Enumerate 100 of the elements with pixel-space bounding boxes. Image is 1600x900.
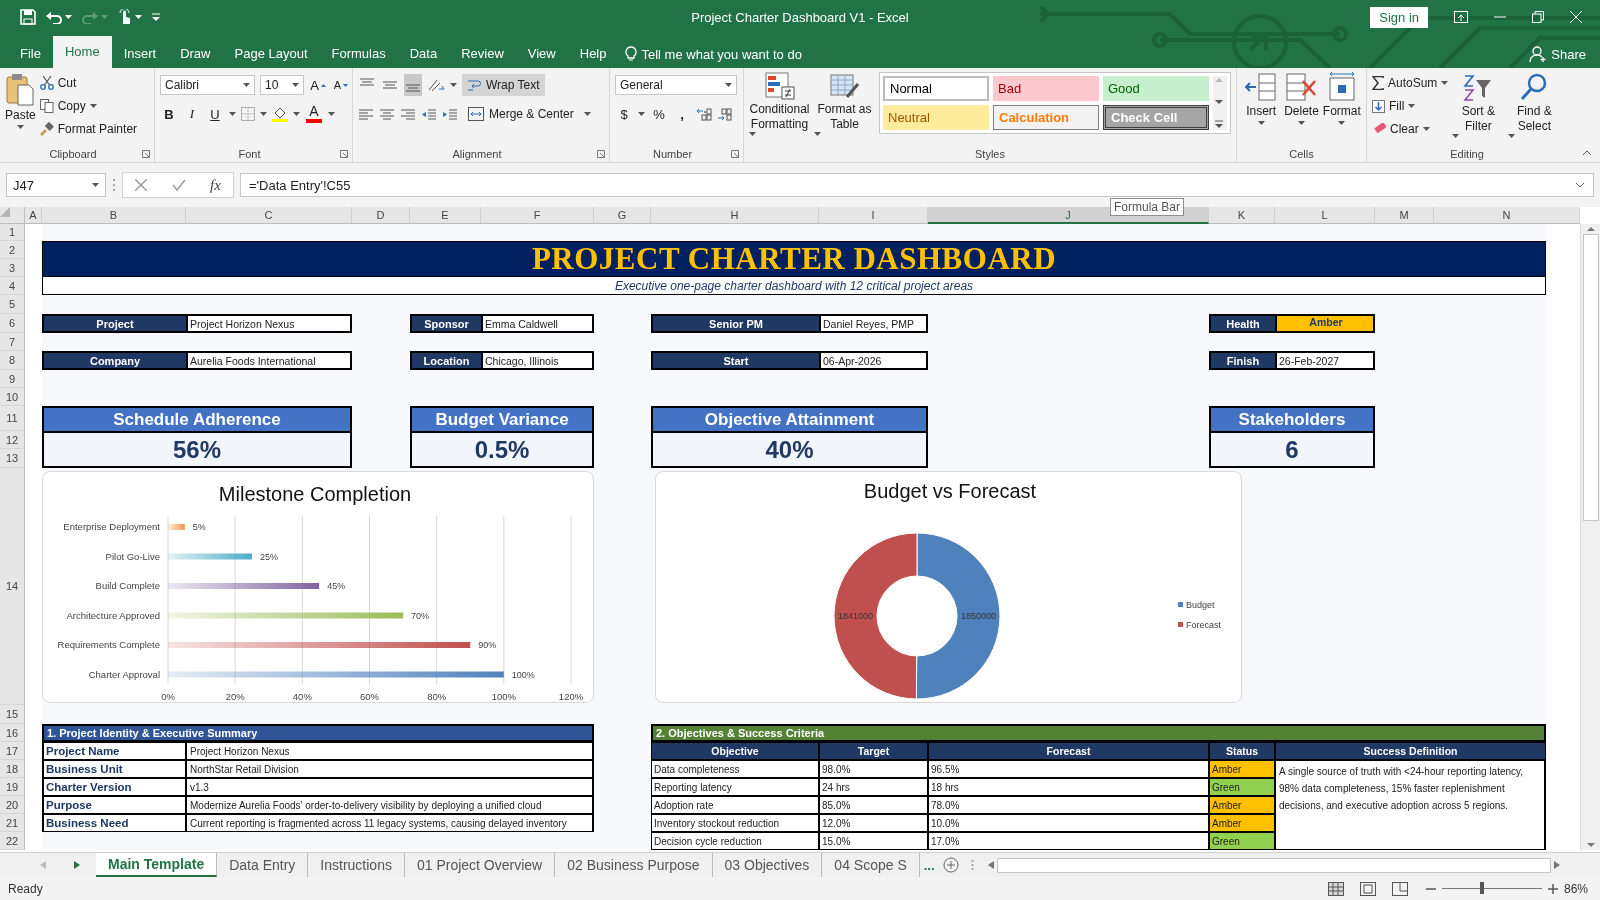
row-header[interactable]: 12 — [0, 431, 25, 449]
dialog-launcher-icon[interactable] — [340, 149, 348, 158]
clear-button[interactable]: Clear — [1372, 118, 1449, 140]
scroll-up-icon[interactable] — [1585, 226, 1596, 232]
row-header[interactable]: 11 — [0, 406, 25, 431]
column-header[interactable]: I — [819, 207, 928, 224]
row-header[interactable]: 9 — [0, 370, 25, 388]
comma-style-button[interactable]: , — [673, 103, 691, 125]
undo-icon[interactable] — [46, 10, 62, 24]
page-layout-icon[interactable] — [1359, 881, 1376, 896]
cells-button[interactable]: Insert — [1242, 72, 1281, 125]
close-icon[interactable] — [1570, 11, 1582, 23]
next-sheet-icon[interactable] — [74, 861, 80, 869]
column-header[interactable]: E — [410, 207, 481, 224]
delete-cells-icon[interactable] — [1285, 72, 1318, 102]
caret-icon[interactable] — [16, 125, 24, 129]
caret-icon[interactable] — [1508, 134, 1516, 138]
find-select-button[interactable]: Find & Select — [1508, 72, 1561, 138]
autosum-button[interactable]: AutoSum — [1372, 72, 1449, 94]
caret-icon[interactable] — [135, 15, 142, 19]
italic-button[interactable]: I — [183, 103, 201, 125]
caret-icon[interactable] — [229, 112, 236, 116]
column-header[interactable]: N — [1434, 207, 1580, 224]
more-sheets-button[interactable]: ... — [919, 853, 939, 877]
row-header[interactable]: 18 — [0, 760, 25, 778]
row-header[interactable]: 22 — [0, 832, 25, 850]
sort-filter-button[interactable]: Sort & Filter — [1452, 72, 1505, 138]
number-format-field[interactable]: General — [615, 75, 737, 95]
column-header[interactable]: B — [42, 207, 186, 224]
restore-icon[interactable] — [1532, 11, 1544, 23]
ribbon-tab[interactable]: View — [515, 40, 568, 68]
column-header[interactable]: D — [352, 207, 410, 224]
add-sheet-icon[interactable] — [942, 857, 959, 873]
caret-icon[interactable] — [293, 112, 300, 116]
caret-icon[interactable] — [638, 112, 645, 116]
ribbon-tab[interactable]: Formulas — [319, 40, 398, 68]
row-header[interactable]: 16 — [0, 724, 25, 742]
caret-icon[interactable] — [292, 83, 299, 87]
row-header[interactable]: 2 — [0, 241, 25, 259]
font-size-field[interactable]: 10 — [260, 75, 304, 95]
increase-font-button[interactable]: A — [309, 74, 327, 96]
page-break-icon[interactable] — [1391, 881, 1408, 896]
cell-style-option[interactable]: Neutral — [883, 105, 989, 130]
scroll-down-icon[interactable] — [1585, 842, 1596, 848]
share-button[interactable]: Share — [1529, 40, 1600, 68]
dialog-launcher-icon[interactable] — [597, 149, 605, 158]
row-header[interactable]: 4 — [0, 277, 25, 295]
ribbon-tab[interactable]: Data — [397, 40, 450, 68]
column-header[interactable]: C — [186, 207, 352, 224]
formula-field[interactable]: ='Data Entry'!C55 — [240, 173, 1594, 197]
caret-icon[interactable] — [328, 112, 335, 116]
caret-icon[interactable] — [749, 132, 756, 136]
row-header[interactable]: 6 — [0, 314, 25, 333]
collapse-ribbon-icon[interactable] — [1582, 150, 1592, 156]
ribbon-tab[interactable]: Help — [567, 40, 619, 68]
cells-button[interactable]: Format — [1322, 72, 1361, 125]
ribbon-tab[interactable]: Draw — [168, 40, 223, 68]
caret-icon[interactable] — [1257, 121, 1265, 125]
row-header[interactable]: 15 — [0, 705, 25, 724]
cell-style-option[interactable]: Bad — [993, 76, 1099, 101]
row-header[interactable]: 17 — [0, 742, 25, 760]
cell-style-option[interactable]: Good — [1103, 76, 1209, 101]
scroll-right-icon[interactable] — [1554, 861, 1560, 869]
row-header[interactable]: 8 — [0, 351, 25, 370]
copy-button[interactable]: Copy — [39, 95, 138, 117]
scroll-left-icon[interactable] — [987, 861, 994, 869]
tell-me-field[interactable]: Tell me what you want to do — [641, 46, 802, 62]
ribbon-tab[interactable]: Insert — [111, 40, 169, 68]
ribbon-tab[interactable]: File — [8, 40, 53, 68]
caret-icon[interactable] — [260, 112, 267, 116]
insert-function-button[interactable]: fx — [209, 176, 221, 194]
caret-icon[interactable] — [1441, 81, 1449, 85]
borders-icon[interactable] — [241, 107, 255, 121]
caret-icon[interactable] — [450, 83, 457, 87]
decrease-font-button[interactable]: A — [332, 74, 350, 96]
caret-icon[interactable] — [1422, 127, 1430, 131]
ribbon-tab[interactable]: Home — [52, 36, 112, 68]
cut-button[interactable]: Cut — [39, 72, 138, 94]
fill-button[interactable]: Fill — [1372, 95, 1449, 117]
scroll-down-icon[interactable] — [1213, 98, 1225, 106]
caret-icon[interactable] — [243, 83, 250, 87]
more-styles-icon[interactable] — [1213, 120, 1225, 130]
format-painter-button[interactable]: Format Painter — [39, 118, 138, 140]
column-header[interactable]: H — [651, 207, 819, 224]
customize-icon[interactable] — [152, 13, 160, 21]
merge-center-button[interactable]: Merge & Center — [463, 103, 579, 125]
row-header[interactable]: 14 — [0, 468, 25, 705]
caret-icon[interactable] — [1408, 104, 1416, 108]
column-header[interactable]: L — [1275, 207, 1375, 224]
caret-icon[interactable] — [1338, 121, 1346, 125]
increase-decimal-icon[interactable] — [696, 107, 712, 121]
caret-icon[interactable] — [1452, 134, 1460, 138]
caret-icon[interactable] — [1298, 121, 1305, 125]
row-header[interactable]: 10 — [0, 388, 25, 406]
caret-icon[interactable] — [814, 132, 821, 136]
currency-button[interactable]: $ — [615, 103, 633, 125]
bold-button[interactable]: B — [160, 103, 178, 125]
ribbon-tab[interactable]: Review — [449, 40, 516, 68]
scrollbar-thumb[interactable] — [996, 857, 1551, 873]
caret-icon[interactable] — [583, 112, 591, 116]
